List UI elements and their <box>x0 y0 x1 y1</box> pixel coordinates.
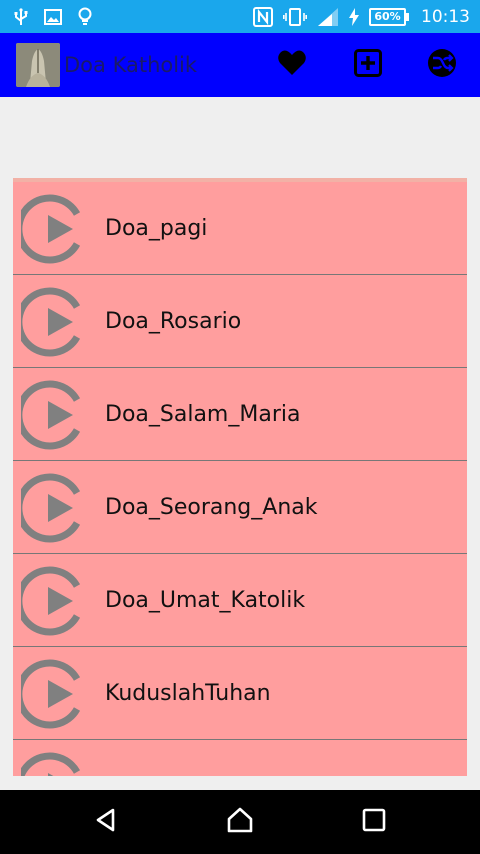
list-item[interactable]: Doa_Umat_Katolik <box>13 554 467 647</box>
app-bar: Doa Katholik <box>0 33 480 97</box>
play-icon[interactable] <box>15 473 91 543</box>
favorite-heart-icon <box>277 49 307 81</box>
navigation-bar <box>0 790 480 854</box>
list-item[interactable]: Doa_Seorang_Anak <box>13 461 467 554</box>
list-item-label: Doa_Rosario <box>105 309 242 334</box>
vibrate-icon <box>283 0 307 33</box>
charging-icon <box>349 0 359 33</box>
recents-button[interactable] <box>354 802 394 842</box>
shuffle-icon <box>427 48 457 82</box>
list-item-label: Doa_Seorang_Anak <box>105 495 318 520</box>
recents-icon <box>362 808 386 836</box>
list-item-label: Doa_Umat_Katolik <box>105 588 306 613</box>
play-icon[interactable] <box>15 194 91 264</box>
play-icon[interactable] <box>15 287 91 357</box>
play-icon[interactable] <box>15 659 91 729</box>
back-button[interactable] <box>86 802 126 842</box>
list-item[interactable] <box>13 740 467 776</box>
play-icon[interactable] <box>15 566 91 636</box>
shuffle-button[interactable] <box>422 45 462 85</box>
signal-icon <box>317 0 339 33</box>
list-item[interactable]: Doa_Salam_Maria <box>13 368 467 461</box>
list-item-label: Doa_Salam_Maria <box>105 402 301 427</box>
list-item[interactable]: KuduslahTuhan <box>13 647 467 740</box>
image-icon <box>44 0 62 33</box>
list-item[interactable]: Doa_pagi <box>13 182 467 275</box>
home-icon <box>226 806 254 838</box>
home-button[interactable] <box>220 802 260 842</box>
play-icon[interactable] <box>15 380 91 450</box>
status-bar: 60% 10:13 <box>0 0 480 33</box>
list-item[interactable]: Doa_Rosario <box>13 275 467 368</box>
lightbulb-icon <box>78 0 92 33</box>
prayer-list[interactable]: Doa_pagi Doa_Rosario Doa_Salam_Maria Doa_Se… <box>13 178 467 776</box>
status-time: 10:13 <box>421 6 470 27</box>
add-box-icon <box>354 49 382 81</box>
play-icon[interactable] <box>17 752 91 776</box>
favorite-button[interactable] <box>272 45 312 85</box>
app-logo <box>16 43 60 87</box>
back-icon <box>93 807 119 837</box>
app-title: Doa Katholik <box>64 53 198 77</box>
list-item-label: KuduslahTuhan <box>105 681 271 706</box>
list-item-label: Doa_pagi <box>105 216 208 241</box>
nfc-icon <box>253 0 273 33</box>
battery-level: 60% <box>369 7 406 26</box>
battery-indicator: 60% <box>369 7 409 26</box>
add-button[interactable] <box>348 45 388 85</box>
usb-icon <box>14 0 28 33</box>
